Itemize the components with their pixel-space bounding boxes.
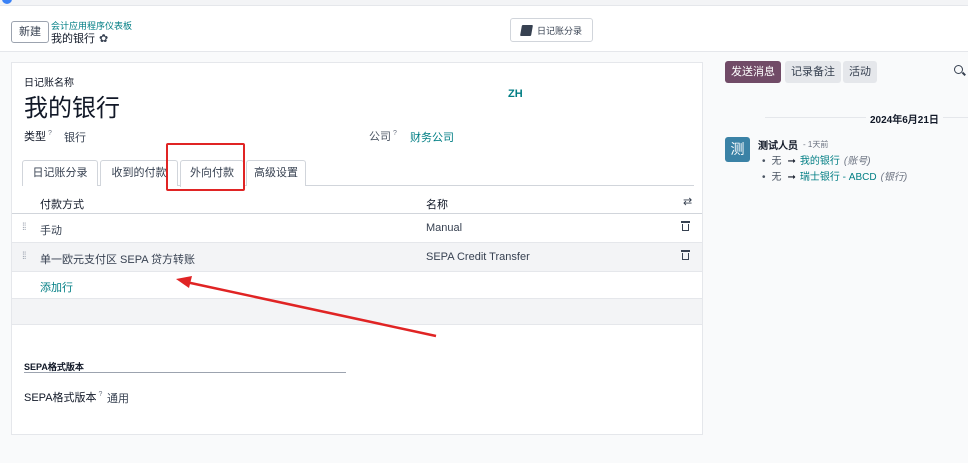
annotation-arrowhead [176, 276, 192, 288]
new-value-link[interactable]: 瑞士银行 - ABCD [800, 172, 877, 183]
arrow-right-icon: ➞ [787, 156, 796, 167]
field-name: (账号) [843, 156, 871, 167]
tracking-change-item: • 无 ➞ 我的银行 (账号) [762, 156, 871, 167]
search-icon[interactable] [954, 65, 963, 74]
message-author[interactable]: 测试人员 [758, 137, 798, 152]
old-value: 无 [771, 156, 782, 167]
send-message-button[interactable]: 发送消息 [725, 61, 781, 83]
annotation-arrow-line [185, 280, 437, 338]
log-note-button[interactable]: 记录备注 [785, 61, 841, 83]
field-name: (银行) [880, 172, 908, 183]
new-value-link[interactable]: 我的银行 [800, 156, 840, 167]
activities-button[interactable]: 活动 [843, 61, 877, 83]
message-time: - 1天前 [803, 140, 829, 149]
date-separator: 2024年6月21日 [765, 111, 968, 126]
date-label: 2024年6月21日 [866, 111, 943, 126]
chatter-panel: 发送消息 记录备注 活动 2024年6月21日 测 测试人员 - 1天前 • 无 ➞… [725, 58, 968, 458]
tracking-change-item: • 无 ➞ 瑞士银行 - ABCD (银行) [762, 172, 908, 183]
avatar[interactable]: 测 [725, 137, 750, 162]
arrow-right-icon: ➞ [787, 172, 796, 183]
old-value: 无 [771, 172, 782, 183]
